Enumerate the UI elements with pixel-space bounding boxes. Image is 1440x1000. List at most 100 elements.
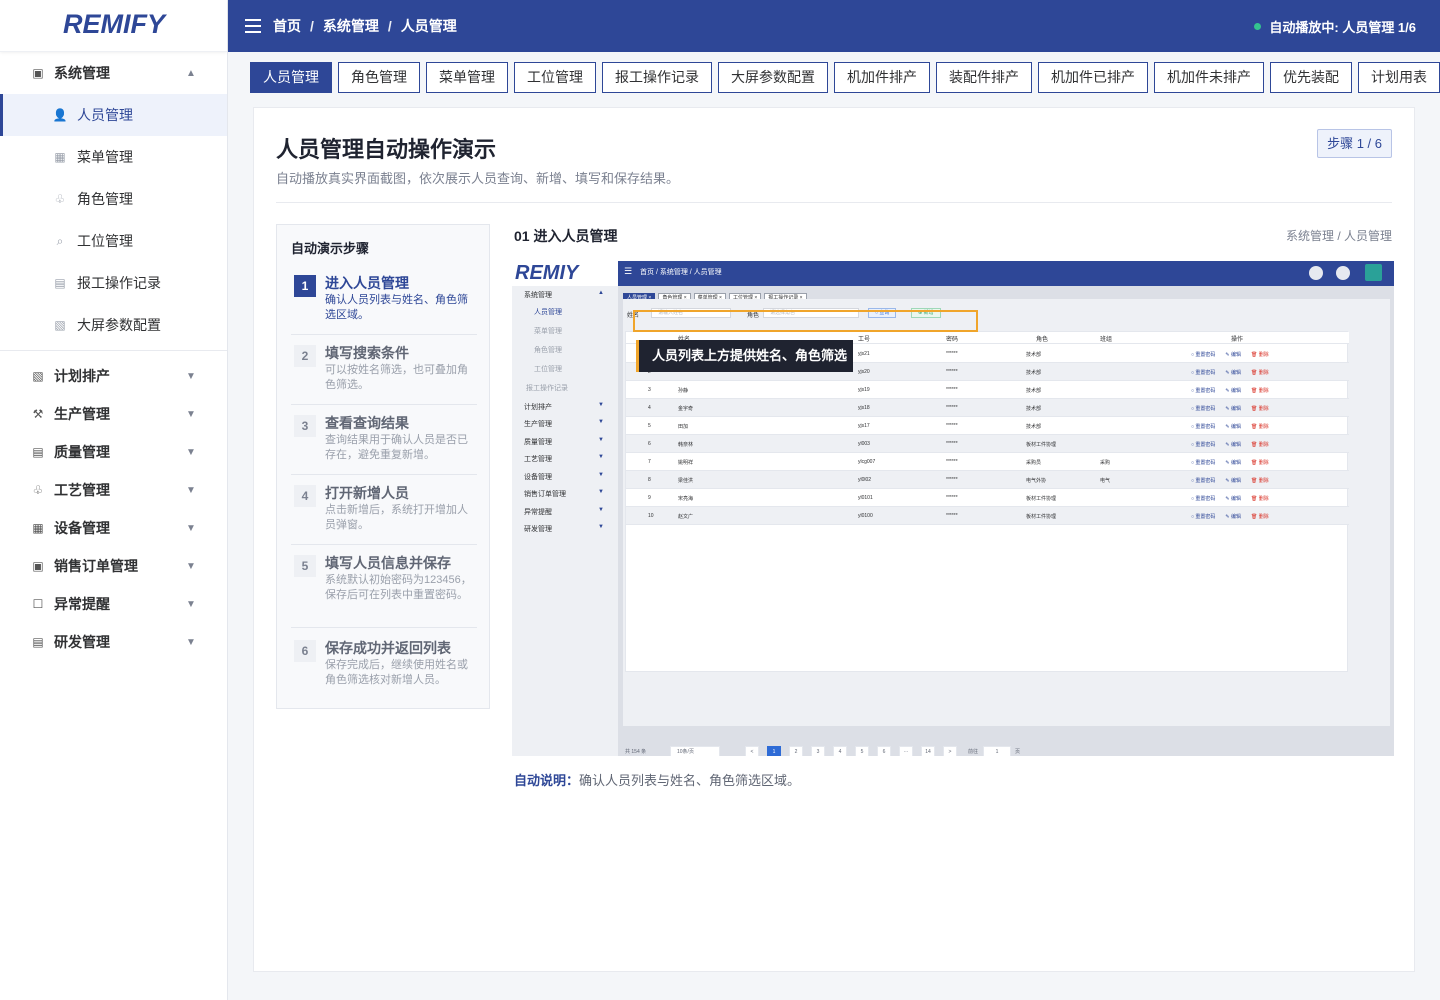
- sidebar-group-plan[interactable]: ▧ 计划排产 ▼: [0, 355, 227, 397]
- sidebar-item-role[interactable]: ♧ 角色管理: [0, 178, 227, 220]
- step-item[interactable]: 6 保存成功并返回列表 保存完成后，继续使用姓名或角色筛选核对新增人员。: [291, 638, 477, 700]
- mini-edit-link: ✎ 编辑: [1225, 442, 1242, 448]
- step-item[interactable]: 2 填写搜索条件 可以按姓名筛选，也可叠加角色筛选。: [291, 343, 477, 405]
- plan-icon: ▧: [32, 369, 44, 383]
- mini-cell-role: 技术部: [1026, 352, 1042, 358]
- sidebar-group-sales[interactable]: ▣ 销售订单管理 ▼: [0, 545, 227, 587]
- explain-text: 确认人员列表与姓名、角色筛选区域。: [579, 773, 801, 788]
- mini-th: 班组: [1100, 337, 1113, 343]
- mini-cell-role: 技术部: [1026, 406, 1042, 412]
- mini-goto: 前往: [968, 749, 979, 755]
- mini-side-item: 报工操作记录: [526, 385, 568, 392]
- mini-cell-idx: 4: [648, 405, 651, 411]
- sidebar-group-alerts[interactable]: ☐ 异常提醒 ▼: [0, 583, 227, 625]
- steps-heading: 自动演示步骤: [291, 241, 370, 256]
- mini-side-item: 人员管理: [534, 309, 562, 316]
- screenshot-preview: REMIY ☰ 首页 / 系统管理 / 人员管理 系统管理 ▲ 人员管理 菜单管理…: [512, 261, 1394, 756]
- sidebar-group-equipment[interactable]: ▦ 设备管理 ▼: [0, 507, 227, 549]
- step-badge: 步骤 1 / 6: [1317, 129, 1392, 158]
- chevron-up-icon: ▲: [186, 67, 196, 79]
- sidebar-item-report-log[interactable]: ▤ 报工操作记录: [0, 262, 227, 304]
- mini-edit-link: ✎ 编辑: [1225, 388, 1242, 394]
- sidebar-group-label: 研发管理: [54, 634, 110, 650]
- mini-row-actions: ○ 重置密码 ✎ 编辑 🗑 删除: [1191, 459, 1279, 466]
- highlight-box: [633, 310, 978, 332]
- tab-personnel[interactable]: 人员管理: [250, 62, 332, 93]
- chevron-down-icon: ▼: [186, 522, 196, 534]
- step-desc: 系统默认初始密码为123456，保存后可在列表中重置密码。: [325, 574, 472, 601]
- mini-side-item: 工艺管理 ▼: [524, 454, 604, 463]
- mini-row-actions: ○ 重置密码 ✎ 编辑 🗑 删除: [1191, 477, 1279, 484]
- sidebar-group-system[interactable]: ▣ 系统管理 ▲: [0, 52, 227, 94]
- mini-row-actions: ○ 重置密码 ✎ 编辑 🗑 删除: [1191, 423, 1279, 430]
- mini-cell-pwd: ******: [946, 477, 958, 483]
- tab-plan-table[interactable]: 计划用表: [1358, 62, 1440, 93]
- mini-page-button: 2: [789, 746, 803, 756]
- square-icon: ☐: [32, 597, 44, 611]
- autoplay-status: 自动播放中: 人员管理 1/6: [1254, 17, 1416, 36]
- sidebar: REMIFY ▣ 系统管理 ▲ 👤 人员管理 ▦ 菜单管理 ♧ 角色管理 ⌕ 工…: [0, 0, 228, 1000]
- mini-th: 工号: [858, 337, 871, 343]
- mini-side-item: 生产管理 ▼: [524, 419, 604, 428]
- sidebar-group-process[interactable]: ♧ 工艺管理 ▼: [0, 469, 227, 511]
- sidebar-item-personnel[interactable]: 👤 人员管理: [0, 94, 227, 136]
- step-item[interactable]: 1 进入人员管理 确认人员列表与姓名、角色筛选区域。: [291, 273, 477, 335]
- sidebar-group-rnd[interactable]: ▤ 研发管理 ▼: [0, 621, 227, 663]
- step-name: 填写人员信息并保存: [325, 555, 451, 571]
- tab-report-log[interactable]: 报工操作记录: [602, 62, 712, 93]
- mini-cell-pwd: ******: [946, 405, 958, 411]
- tab-station[interactable]: 工位管理: [514, 62, 596, 93]
- mini-cell-name: 田加: [678, 424, 689, 430]
- step-item[interactable]: 5 填写人员信息并保存 系统默认初始密码为123456，保存后可在列表中重置密码…: [291, 553, 477, 628]
- mini-reset-link: ○ 重置密码: [1191, 406, 1216, 412]
- mini-cell-idx: 6: [648, 441, 651, 447]
- mini-row-actions: ○ 重置密码 ✎ 编辑 🗑 删除: [1191, 513, 1279, 520]
- mini-delete-link: 🗑 删除: [1251, 496, 1269, 502]
- sidebar-item-menu[interactable]: ▦ 菜单管理: [0, 136, 227, 178]
- demo-card: 人员管理自动操作演示 自动播放真实界面截图，依次展示人员查询、新增、填写和保存结…: [253, 107, 1415, 972]
- autoplay-text: 自动播放中: 人员管理 1/6: [1269, 19, 1416, 35]
- app-logo[interactable]: REMIFY: [0, 0, 227, 52]
- list-icon: ▤: [54, 276, 66, 290]
- mini-cell-no: yl003: [858, 441, 870, 447]
- sidebar-group-label: 系统管理: [54, 65, 110, 81]
- mini-menu-icon: ☰: [624, 266, 633, 276]
- tab-screen-config[interactable]: 大屏参数配置: [718, 62, 828, 93]
- sidebar-group-quality[interactable]: ▤ 质量管理 ▼: [0, 431, 227, 473]
- sidebar-item-station[interactable]: ⌕ 工位管理: [0, 220, 227, 262]
- hatch-icon: ▧: [54, 318, 66, 332]
- mini-cell-name: 韩奈林: [678, 442, 694, 448]
- mini-side-item: 系统管理 ▲: [524, 290, 604, 299]
- step-number: 5: [294, 555, 316, 577]
- auto-explanation: 自动说明：确认人员列表与姓名、角色筛选区域。: [514, 770, 800, 789]
- step-desc: 可以按姓名筛选，也可叠加角色筛选。: [325, 364, 468, 391]
- mini-cell-name: 宋亮海: [678, 496, 694, 502]
- mini-row-actions: ○ 重置密码 ✎ 编辑 🗑 删除: [1191, 351, 1279, 358]
- tab-machining-unscheduled[interactable]: 机加件未排产: [1154, 62, 1264, 93]
- mini-delete-link: 🗑 删除: [1251, 388, 1269, 394]
- mini-cell-pwd: ******: [946, 513, 958, 519]
- tab-priority-assembly[interactable]: 优先装配: [1270, 62, 1352, 93]
- sidebar-group-production[interactable]: ⚒ 生产管理 ▼: [0, 393, 227, 435]
- step-item[interactable]: 4 打开新增人员 点击新增后，系统打开增加人员弹窗。: [291, 483, 477, 545]
- menu-icon[interactable]: [245, 19, 261, 33]
- tab-role[interactable]: 角色管理: [338, 62, 420, 93]
- tab-assembly-schedule[interactable]: 装配件排产: [936, 62, 1032, 93]
- step-item[interactable]: 3 查看查询结果 查询结果用于确认人员是否已存在，避免重复新增。: [291, 413, 477, 475]
- breadcrumb-system[interactable]: 系统管理: [323, 18, 379, 34]
- breadcrumb-home[interactable]: 首页: [273, 18, 301, 34]
- tab-menu[interactable]: 菜单管理: [426, 62, 508, 93]
- mini-cell-role: 技术部: [1026, 388, 1042, 394]
- tab-machining-schedule[interactable]: 机加件排产: [834, 62, 930, 93]
- tab-bar: 人员管理 角色管理 菜单管理 工位管理 报工操作记录 大屏参数配置 机加件排产 装配件排产 机加…: [250, 62, 1440, 93]
- box-icon: ▣: [32, 559, 44, 573]
- mini-table-row: 8 梁佳洪 yl0l02 ****** 电气外协 电气 ○ 重置密码 ✎ 编辑 🗑 删除: [626, 471, 1349, 489]
- mini-reset-link: ○ 重置密码: [1191, 388, 1216, 394]
- mini-row-actions: ○ 重置密码 ✎ 编辑 🗑 删除: [1191, 387, 1279, 394]
- status-dot-icon: [1254, 22, 1262, 30]
- mini-th: 密码: [946, 337, 959, 343]
- tab-machining-scheduled[interactable]: 机加件已排产: [1038, 62, 1148, 93]
- sidebar-item-screen-config[interactable]: ▧ 大屏参数配置: [0, 304, 227, 346]
- mini-cell-role: 技术部: [1026, 424, 1042, 430]
- step-name: 填写搜索条件: [325, 345, 409, 361]
